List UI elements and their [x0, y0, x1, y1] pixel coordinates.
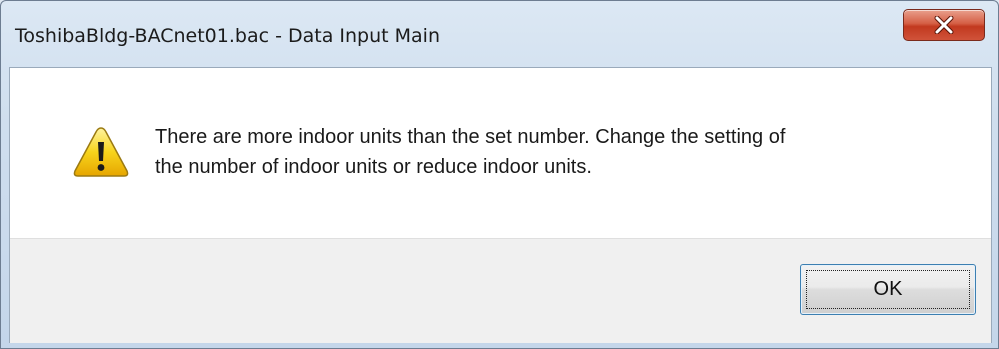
- dialog-window: ToshibaBldg-BACnet01.bac - Data Input Ma…: [0, 0, 999, 349]
- close-x-icon: [934, 16, 954, 34]
- title-bar[interactable]: ToshibaBldg-BACnet01.bac - Data Input Ma…: [1, 1, 998, 67]
- ok-button[interactable]: OK: [800, 264, 976, 315]
- message-text: There are more indoor units than the set…: [155, 122, 955, 182]
- dialog-content: There are more indoor units than the set…: [9, 67, 992, 343]
- message-area: There are more indoor units than the set…: [10, 68, 991, 238]
- close-button[interactable]: [903, 9, 985, 41]
- message-line-1: There are more indoor units than the set…: [155, 126, 786, 148]
- window-title: ToshibaBldg-BACnet01.bac - Data Input Ma…: [15, 25, 440, 47]
- message-line-2: the number of indoor units or reduce ind…: [155, 156, 592, 178]
- ok-button-label: OK: [873, 278, 903, 300]
- warning-icon: [73, 127, 129, 177]
- button-bar: OK: [10, 238, 991, 343]
